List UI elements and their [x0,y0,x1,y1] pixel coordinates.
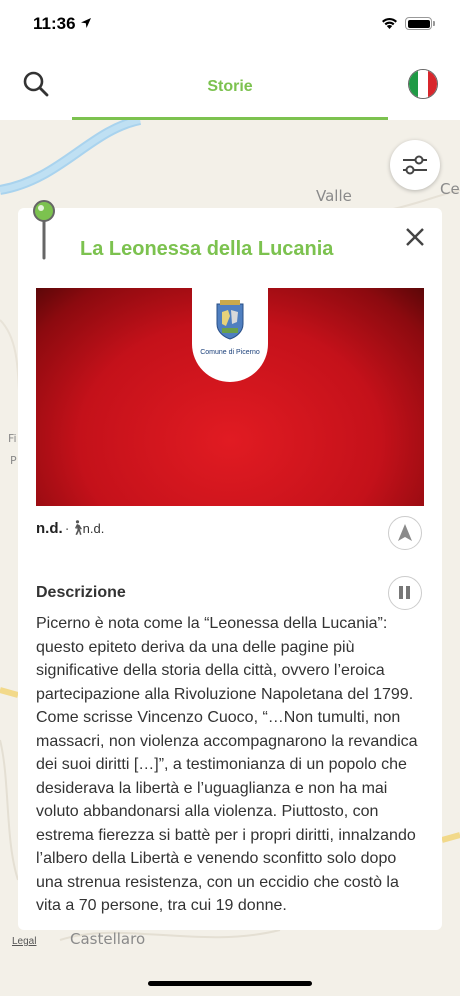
map-pin-icon[interactable] [33,200,55,260]
map-label-castellaro: Castellaro [70,930,146,948]
filter-sliders-icon [403,155,427,175]
map-label-valle: Valle [316,187,352,205]
wifi-icon [382,17,397,29]
map-label-f: Fi [8,432,17,445]
tab-storie-label: Storie [207,78,253,95]
map-label-cesin: Cesin [440,180,460,198]
search-icon[interactable] [22,70,50,98]
description-title: Descrizione [36,584,126,601]
navigate-button[interactable] [388,516,422,550]
distance-info: n.d. · n.d. [36,520,104,537]
tab-storie[interactable]: Storie [72,52,388,120]
story-title: La Leonessa della Lucania [80,238,334,260]
story-image: Comune di Picerno [36,288,424,506]
municipality-badge: Comune di Picerno [192,288,268,382]
location-arrow-icon [81,18,91,28]
app-header: Storie [0,52,460,120]
status-bar: 11:36 [0,0,460,52]
walk-time-value: n.d. [82,521,105,536]
story-card: La Leonessa della Lucania Comune di Pice… [18,208,442,930]
description-text: Picerno è nota come la “Leonessa della L… [36,615,418,914]
map-legal-link[interactable]: Legal [12,936,36,947]
battery-icon [405,17,435,30]
walk-icon [74,520,82,535]
filter-button[interactable] [390,140,440,190]
home-indicator[interactable] [148,981,312,986]
distance-value: n.d. [36,520,63,537]
status-time: 11:36 [33,14,76,33]
coat-of-arms-icon [216,300,244,340]
separator-dot: · [64,520,70,537]
tab-underline [72,117,388,120]
close-icon[interactable] [402,224,428,250]
map-label-p: P [10,454,17,467]
pause-icon[interactable] [388,576,422,610]
navigation-arrow-icon [398,524,412,541]
municipality-label: Comune di Picerno [200,349,260,356]
flag-italy-icon[interactable] [408,69,438,99]
